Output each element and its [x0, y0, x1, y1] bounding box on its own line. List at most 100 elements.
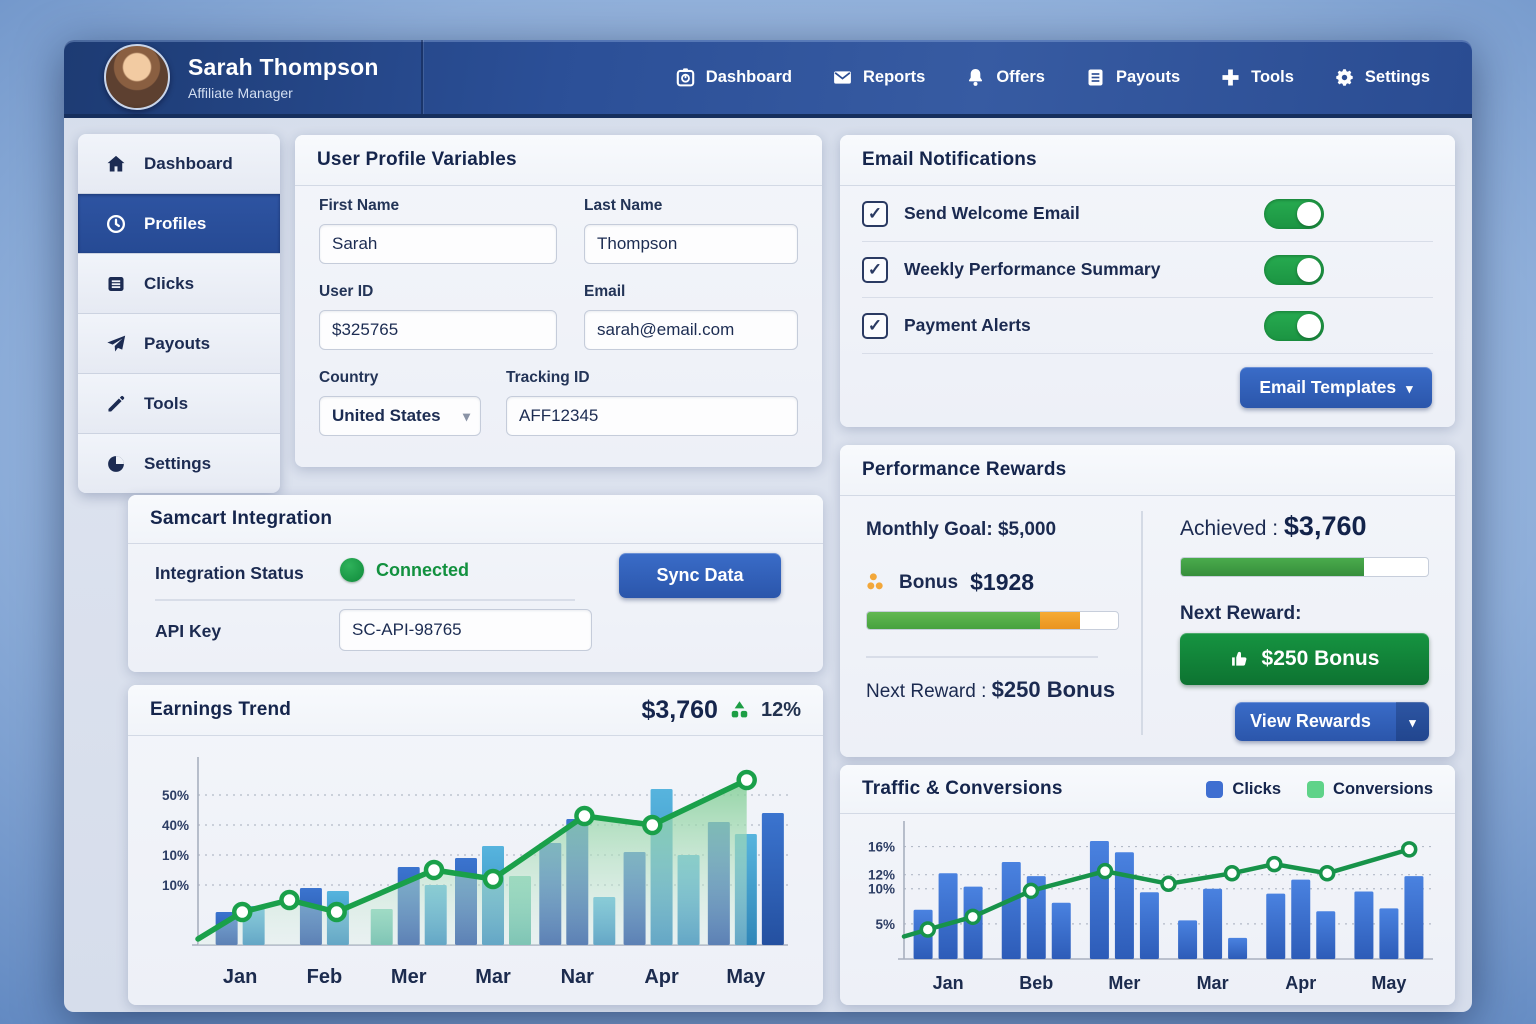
first-name-label: First Name	[319, 197, 557, 215]
svg-text:Nar: Nar	[561, 966, 595, 988]
top-nav: Dashboard Reports Offers Payouts Tools Settin…	[675, 67, 1472, 88]
user-role: Affiliate Manager	[188, 85, 379, 101]
caret-down-icon: ▾	[1406, 381, 1413, 397]
app-window: Sarah Thompson Affiliate Manager Dashboa…	[64, 40, 1472, 1012]
sync-data-button[interactable]: Sync Data	[619, 553, 781, 598]
notification-row: ✓Weekly Performance Summary	[862, 242, 1433, 298]
achieved-line: Achieved : $3,760	[1180, 511, 1367, 542]
next-reward-value: $250 Bonus	[992, 677, 1116, 702]
user-id-label: User ID	[319, 283, 557, 301]
tools-icon	[1220, 67, 1241, 88]
sidebar-item-payouts[interactable]: Payouts	[78, 314, 280, 374]
earnings-trend-header: Earnings Trend $3,760 12%	[128, 685, 823, 736]
toggle-switch[interactable]	[1264, 255, 1324, 285]
user-profile-title: User Profile Variables	[317, 149, 517, 171]
checkbox[interactable]: ✓	[862, 201, 888, 227]
traffic-title: Traffic & Conversions	[862, 778, 1063, 800]
email-templates-button[interactable]: Email Templates ▾	[1240, 367, 1432, 408]
sidebar-item-settings[interactable]: Settings	[78, 434, 280, 493]
tracking-id-field[interactable]	[506, 396, 798, 436]
samcart-title: Samcart Integration	[150, 508, 332, 530]
svg-text:Apr: Apr	[644, 966, 679, 988]
legend-swatch	[1206, 781, 1223, 798]
bonus-value: $1928	[970, 569, 1034, 596]
sidebar-item-clicks[interactable]: Clicks	[78, 254, 280, 314]
country-select[interactable]: United States ▾	[319, 396, 481, 436]
nav-item-tools[interactable]: Tools	[1220, 67, 1294, 88]
nav-label: Tools	[1251, 68, 1294, 87]
clicks-icon	[105, 273, 127, 295]
svg-text:5%: 5%	[875, 917, 895, 932]
svg-text:12%: 12%	[868, 868, 895, 883]
earnings-trend-card: Earnings Trend $3,760 12% 50%40%10%10%Ja…	[128, 685, 823, 1005]
legend-swatch	[1307, 781, 1324, 798]
nav-item-offers[interactable]: Offers	[965, 67, 1045, 88]
achieved-value: $3,760	[1284, 511, 1367, 541]
avatar[interactable]	[104, 44, 170, 110]
svg-text:Beb: Beb	[1019, 973, 1053, 993]
performance-rewards-card: Performance Rewards Monthly Goal: $5,000…	[840, 445, 1455, 757]
sidebar-item-tools[interactable]: Tools	[78, 374, 280, 434]
email-notifications-title: Email Notifications	[862, 149, 1037, 171]
checkbox[interactable]: ✓	[862, 313, 888, 339]
svg-text:10%: 10%	[162, 848, 189, 863]
next-reward-line: Next Reward : $250 Bonus	[866, 677, 1115, 703]
notification-rows: ✓Send Welcome Email✓Weekly Performance S…	[840, 186, 1455, 354]
email-field[interactable]	[584, 310, 798, 350]
nav-label: Offers	[996, 68, 1045, 87]
svg-text:16%: 16%	[868, 840, 895, 855]
toggle-switch[interactable]	[1264, 311, 1324, 341]
sidebar-item-dashboard[interactable]: Dashboard	[78, 134, 280, 194]
svg-text:Feb: Feb	[307, 966, 343, 988]
performance-rewards-title: Performance Rewards	[862, 459, 1066, 481]
paper-plane-icon	[105, 333, 127, 355]
last-name-field[interactable]	[584, 224, 798, 264]
svg-text:10%: 10%	[162, 878, 189, 893]
pencil-icon	[105, 393, 127, 415]
email-templates-label: Email Templates	[1259, 377, 1396, 398]
legend-label: Clicks	[1232, 780, 1281, 799]
divider	[866, 656, 1098, 658]
monthly-goal-label: Monthly Goal:	[866, 519, 993, 540]
svg-text:Mar: Mar	[1197, 973, 1229, 993]
sidebar: DashboardProfilesClicksPayoutsToolsSetti…	[78, 134, 280, 493]
view-rewards-label: View Rewards	[1235, 711, 1386, 732]
home-icon	[105, 153, 127, 175]
nav-item-settings[interactable]: Settings	[1334, 67, 1430, 88]
monthly-goal-value: $5,000	[998, 519, 1056, 540]
earnings-trend-chart: 50%40%10%10%JanFebMerMarNarAprMay	[136, 741, 815, 999]
reward-bonus-button[interactable]: $250 Bonus	[1180, 633, 1429, 685]
checkbox[interactable]: ✓	[862, 257, 888, 283]
settings-icon	[1334, 67, 1355, 88]
svg-text:Mar: Mar	[475, 966, 511, 988]
bonus-dots-icon	[866, 572, 887, 593]
earnings-trend-title: Earnings Trend	[150, 699, 291, 721]
achieved-progress-bar	[1180, 557, 1429, 577]
chevron-down-icon: ▾	[463, 408, 470, 425]
toggle-switch[interactable]	[1264, 199, 1324, 229]
integration-status-value: Connected	[376, 560, 469, 581]
email-label: Email	[584, 283, 798, 301]
bonus-row: Bonus $1928	[866, 569, 1034, 596]
nav-item-payouts[interactable]: Payouts	[1085, 67, 1180, 88]
api-key-label: API Key	[155, 621, 221, 642]
offers-icon	[965, 67, 986, 88]
first-name-field[interactable]	[319, 224, 557, 264]
last-name-label: Last Name	[584, 197, 798, 215]
sidebar-item-profiles[interactable]: Profiles	[78, 194, 280, 254]
user-id-field[interactable]	[319, 310, 557, 350]
nav-item-dashboard[interactable]: Dashboard	[675, 67, 792, 88]
api-key-field[interactable]	[339, 609, 592, 651]
legend-item-clicks: Clicks	[1206, 780, 1281, 799]
caret-down-icon: ▾	[1396, 702, 1429, 741]
reward-bonus-label: $250 Bonus	[1262, 647, 1380, 671]
view-rewards-button[interactable]: View Rewards ▾	[1235, 702, 1429, 741]
trend-up-icon	[729, 700, 750, 721]
svg-text:Apr: Apr	[1285, 973, 1316, 993]
nav-item-reports[interactable]: Reports	[832, 67, 925, 88]
integration-status-label: Integration Status	[155, 563, 304, 584]
payouts-icon	[1085, 67, 1106, 88]
thumbs-up-icon	[1230, 649, 1250, 669]
goal-progress-bar	[866, 611, 1119, 630]
samcart-header: Samcart Integration	[128, 495, 823, 544]
